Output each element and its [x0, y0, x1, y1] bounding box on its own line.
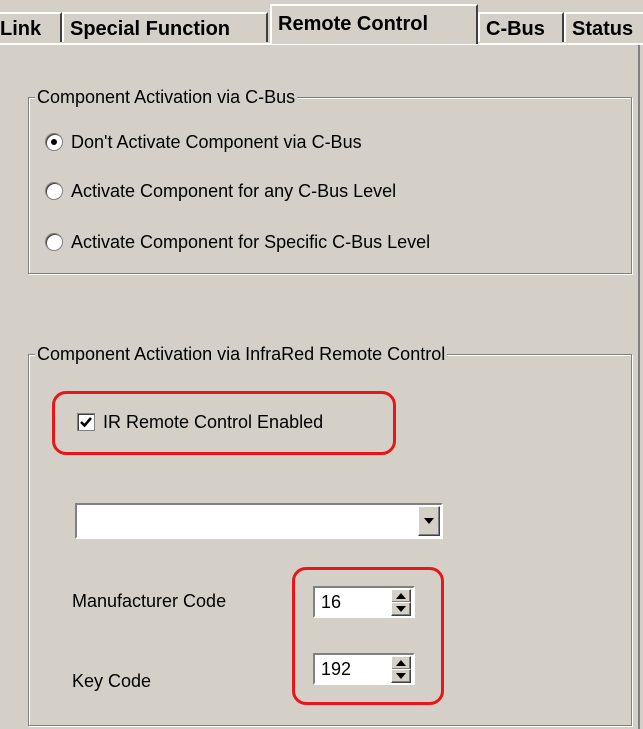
cbus-activation-group: Component Activation via C-Bus Don't Act… — [28, 86, 632, 274]
tab-special-function[interactable]: Special Function — [62, 12, 268, 42]
radio-dont-activate[interactable]: Don't Activate Component via C-Bus — [45, 131, 362, 153]
tab-strip: Link Special Function Remote Control C-B… — [0, 0, 643, 58]
tab-label: Remote Control — [278, 13, 428, 35]
tab-remote-control[interactable]: Remote Control — [270, 4, 478, 44]
manufacturer-code-label: Manufacturer Code — [72, 591, 227, 611]
radio-unselected-icon[interactable] — [45, 182, 63, 200]
tab-label: C-Bus — [486, 18, 545, 40]
key-code-label: Key Code — [72, 671, 152, 691]
radio-activate-any-level[interactable]: Activate Component for any C-Bus Level — [45, 180, 396, 202]
ir-device-combo[interactable] — [75, 503, 443, 539]
radio-label: Don't Activate Component via C-Bus — [71, 132, 362, 152]
group-legend: Component Activation via C-Bus — [35, 86, 298, 108]
radio-label: Activate Component for any C-Bus Level — [71, 181, 397, 201]
tab-link[interactable]: Link — [0, 12, 62, 42]
tab-c-bus[interactable]: C-Bus — [478, 12, 564, 42]
radio-selected-icon[interactable] — [45, 133, 63, 151]
radio-activate-specific-level[interactable]: Activate Component for Specific C-Bus Le… — [45, 231, 430, 253]
tab-label: Status — [572, 18, 634, 40]
radio-label: Activate Component for Specific C-Bus Le… — [71, 232, 431, 252]
tab-status[interactable]: Status — [564, 12, 643, 42]
dropdown-button[interactable] — [418, 506, 440, 536]
ir-enabled-highlight — [52, 391, 396, 455]
radio-unselected-icon[interactable] — [45, 233, 63, 251]
tab-panel-right-border — [638, 43, 640, 729]
tab-label: Link — [0, 18, 42, 40]
code-spinners-highlight — [292, 567, 444, 705]
tab-label: Special Function — [70, 18, 231, 40]
group-legend: Component Activation via InfraRed Remote… — [35, 343, 448, 365]
chevron-down-icon — [424, 518, 434, 524]
